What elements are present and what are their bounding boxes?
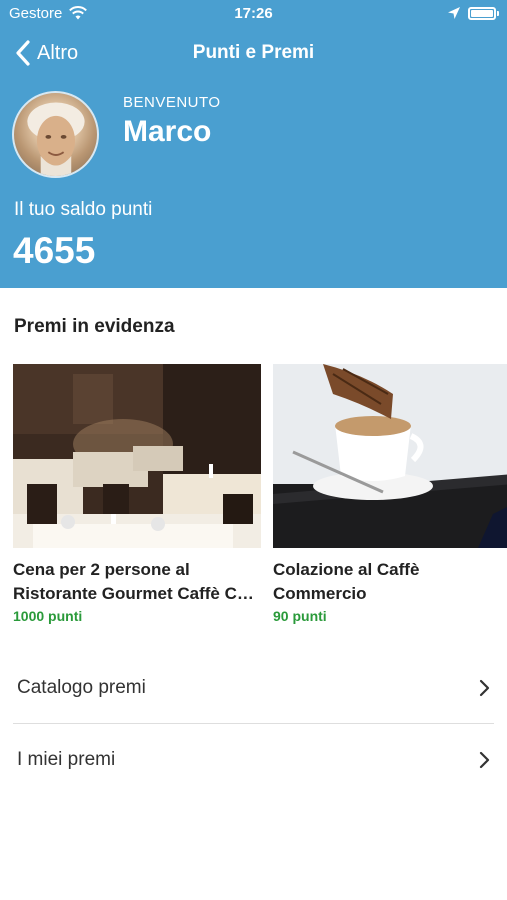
balance-label: Il tuo saldo punti bbox=[14, 199, 153, 220]
chevron-right-icon bbox=[479, 679, 490, 696]
reward-points: 1000 punti bbox=[13, 608, 83, 624]
user-name: Marco bbox=[123, 115, 212, 148]
menu-item-label: I miei premi bbox=[17, 749, 116, 770]
avatar bbox=[12, 91, 99, 178]
page-title: Punti e Premi bbox=[192, 42, 315, 63]
featured-reward-card[interactable]: Colazione al Caffè Commercio 90 punti bbox=[273, 364, 507, 624]
menu-item-my-rewards[interactable]: I miei premi bbox=[13, 724, 494, 796]
battery-icon bbox=[468, 7, 499, 20]
chevron-right-icon bbox=[479, 751, 490, 769]
coffee-image bbox=[273, 364, 507, 548]
featured-section-title: Premi in evidenza bbox=[14, 316, 175, 337]
featured-reward-card[interactable]: Cena per 2 persone al Ristorante Gourmet… bbox=[13, 364, 261, 624]
reward-title: Colazione al Caffè Commercio bbox=[273, 560, 420, 603]
clock: 17:26 bbox=[234, 5, 273, 22]
welcome-label: BENVENUTO bbox=[123, 94, 221, 111]
reward-points: 90 punti bbox=[273, 608, 327, 624]
location-arrow-icon bbox=[448, 7, 460, 19]
balance-value: 4655 bbox=[13, 230, 96, 271]
avatar-portrait bbox=[27, 102, 85, 176]
menu-item-catalog[interactable]: Catalogo premi bbox=[13, 652, 494, 724]
status-bar: Gestore 17:26 bbox=[0, 0, 507, 28]
header: Gestore 17:26 Altro Punti e Premi BENVEN… bbox=[0, 0, 507, 288]
reward-title: Cena per 2 persone al Ristorante Gourmet… bbox=[13, 560, 261, 603]
restaurant-image bbox=[13, 364, 261, 548]
menu-item-label: Catalogo premi bbox=[17, 676, 146, 698]
